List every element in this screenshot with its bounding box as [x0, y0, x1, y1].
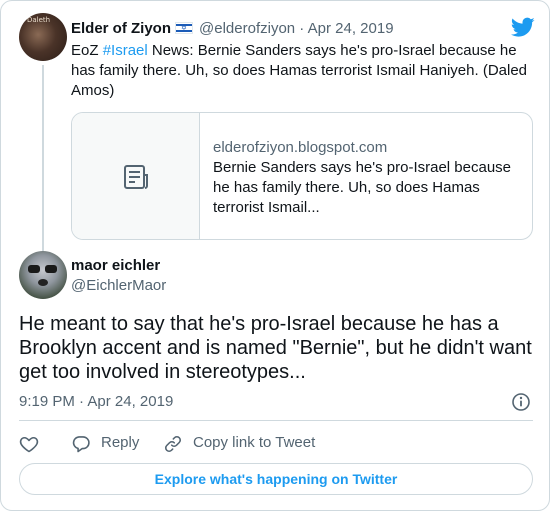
parent-avatar[interactable]: Daleth [19, 13, 67, 61]
parent-handle[interactable]: @elderofziyon [199, 20, 295, 37]
parent-tweet-header: Elder of Ziyon ✡ @elderofziyon · Apr 24, 2… [71, 19, 394, 39]
parent-display-name[interactable]: Elder of Ziyon [71, 20, 171, 37]
thread-connector [42, 65, 44, 253]
hashtag-link[interactable]: #Israel [103, 42, 148, 59]
reply-label: Reply [101, 434, 140, 451]
avatar-nose [38, 279, 48, 286]
tweet-text: He meant to say that he's pro-Israel bec… [19, 313, 532, 383]
twitter-bird-icon[interactable] [511, 15, 535, 39]
parent-tweet-text: EoZ #Israel News: Bernie Sanders says he… [71, 41, 531, 101]
tweet-timestamp[interactable]: 9:19 PM · Apr 24, 2019 [19, 392, 173, 412]
tweet-time: 9:19 PM [19, 393, 75, 410]
tweet-author[interactable]: maor eichler @EichlerMaor [19, 251, 439, 301]
parent-tweet[interactable]: Daleth Elder of Ziyon ✡ @elderofziyon · Ap… [19, 13, 535, 253]
document-icon [124, 165, 148, 189]
link-preview-domain: elderofziyon.blogspot.com [213, 139, 388, 156]
info-icon[interactable] [511, 392, 531, 412]
author-display-name[interactable]: maor eichler [71, 256, 160, 276]
tweet-date: Apr 24, 2019 [87, 393, 174, 410]
like-button[interactable] [19, 432, 41, 454]
author-handle[interactable]: @EichlerMaor [71, 276, 166, 296]
reply-icon [72, 436, 90, 453]
link-preview-body: elderofziyon.blogspot.com Bernie Sanders… [213, 138, 523, 218]
reply-button[interactable]: Reply [71, 432, 139, 454]
copy-link-button[interactable]: Copy link to Tweet [163, 432, 315, 454]
divider [19, 420, 533, 421]
author-avatar[interactable] [19, 251, 67, 299]
avatar-glasses-left [28, 265, 40, 273]
parent-date[interactable]: Apr 24, 2019 [308, 20, 394, 37]
avatar-logo-text: Daleth [27, 16, 51, 24]
tweet-embed-card: Daleth Elder of Ziyon ✡ @elderofziyon · Ap… [0, 0, 550, 511]
link-preview-thumbnail [72, 113, 200, 239]
tweet-meta-separator: · [79, 393, 85, 410]
link-preview-card[interactable]: elderofziyon.blogspot.com Bernie Sanders… [71, 112, 533, 240]
heart-icon [19, 436, 39, 453]
parent-separator: · [299, 20, 305, 37]
parent-text-prefix: EoZ [71, 42, 103, 59]
link-icon [165, 436, 181, 452]
avatar-glasses-right [45, 265, 57, 273]
copy-link-label: Copy link to Tweet [193, 434, 316, 451]
link-preview-title: Bernie Sanders says he's pro-Israel beca… [213, 159, 512, 216]
israel-flag-icon: ✡ [175, 22, 194, 34]
explore-twitter-button[interactable]: Explore what's happening on Twitter [19, 463, 533, 495]
